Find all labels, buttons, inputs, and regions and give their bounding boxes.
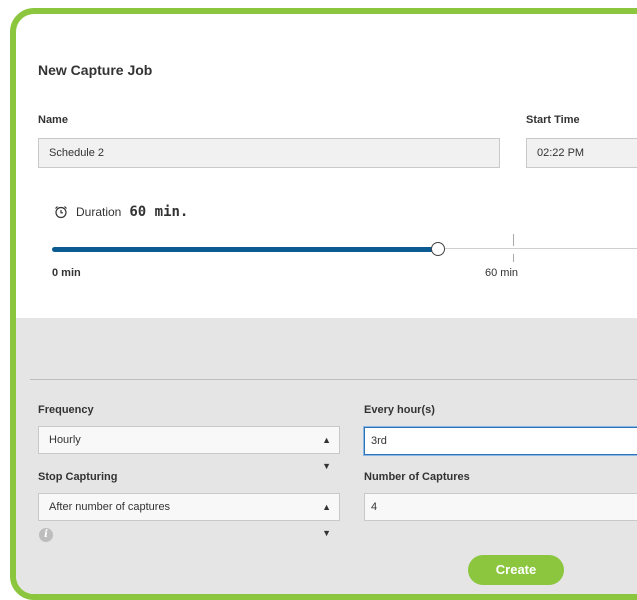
slider-mark-label: 60 min (485, 267, 519, 279)
slider-tick (513, 254, 514, 262)
every-hours-input[interactable]: 3rd (364, 427, 637, 455)
name-label: Name (38, 114, 68, 126)
num-captures-label: Number of Captures (364, 471, 470, 483)
slider-min-label: 0 min (52, 267, 81, 279)
duration-value: 60 min. (129, 204, 189, 220)
divider (30, 379, 637, 380)
every-hours-label: Every hour(s) (364, 404, 435, 416)
info-icon[interactable]: i (39, 528, 53, 542)
alarm-clock-icon (55, 206, 67, 219)
start-time-label: Start Time (526, 114, 580, 126)
num-captures-input[interactable]: 4 (364, 493, 637, 521)
select-arrows-icon: ▲ ▼ (322, 502, 331, 538)
duration-row: Duration 60 min. (54, 204, 188, 220)
stop-capturing-label: Stop Capturing (38, 471, 118, 483)
duration-label: Duration (76, 205, 122, 219)
stop-capturing-select[interactable]: After number of captures ▲ ▼ (38, 493, 340, 538)
dialog-frame: New Capture Job Name Schedule 2 Start Ti… (10, 8, 637, 600)
frequency-selected: Hourly (49, 434, 81, 446)
slider-tick (513, 234, 514, 246)
select-arrows-icon: ▲ ▼ (322, 435, 331, 471)
stop-capturing-selected: After number of captures (49, 501, 171, 513)
duration-slider-fill (52, 247, 438, 252)
duration-slider-handle[interactable] (431, 242, 445, 256)
frequency-label: Frequency (38, 404, 94, 416)
frequency-select[interactable]: Hourly ▲ ▼ (38, 426, 340, 471)
dialog-content: New Capture Job Name Schedule 2 Start Ti… (16, 22, 637, 594)
name-input[interactable]: Schedule 2 (38, 138, 500, 168)
create-button[interactable]: Create (468, 555, 564, 585)
start-time-input[interactable]: 02:22 PM (526, 138, 637, 168)
dialog-title: New Capture Job (38, 62, 153, 78)
